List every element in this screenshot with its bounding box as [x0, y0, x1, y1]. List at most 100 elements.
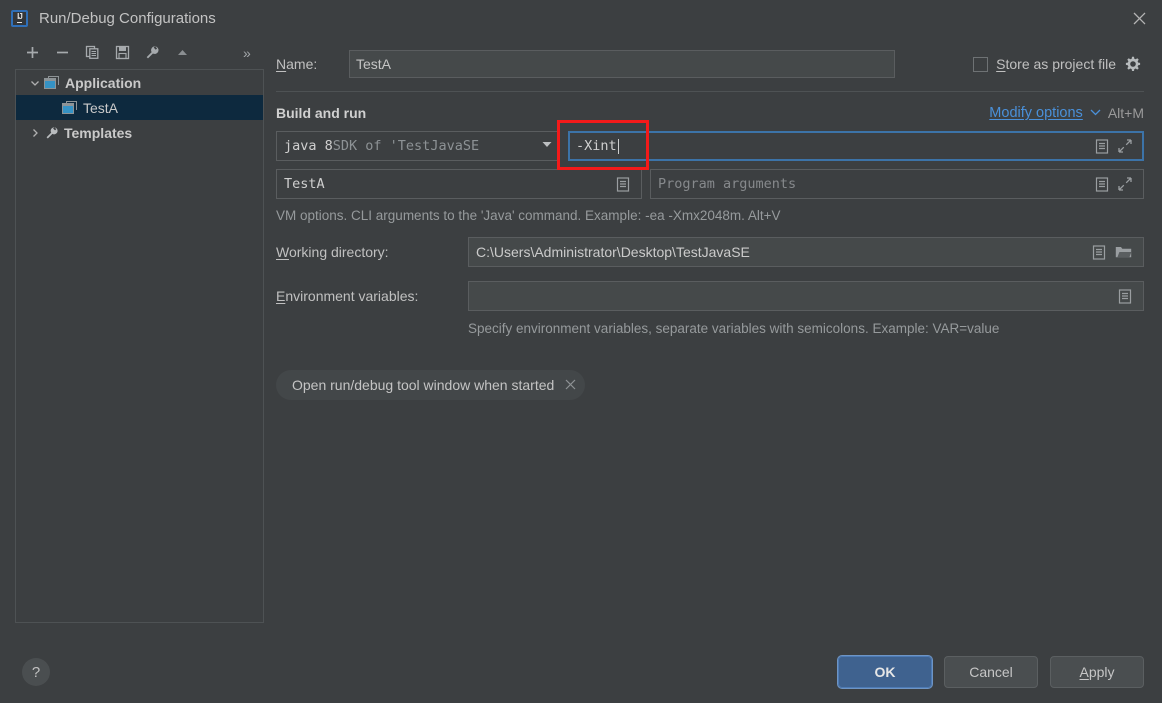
tree-node-label: Application	[65, 74, 142, 91]
jre-vmoptions-row: java 8 SDK of 'TestJavaSE -Xint	[276, 120, 1144, 170]
move-up-icon[interactable]	[168, 40, 196, 66]
main-class-input[interactable]: TestA	[276, 169, 642, 199]
apply-button[interactable]: Apply	[1050, 656, 1144, 688]
section-divider	[276, 91, 1144, 92]
program-arguments-input[interactable]: Program arguments	[650, 169, 1144, 199]
name-row: Name: TestA Store as project file	[276, 36, 1144, 81]
environment-variables-hint: Specify environment variables, separate …	[468, 321, 1000, 336]
copy-icon[interactable]	[78, 40, 106, 66]
store-as-project-file-checkbox[interactable]	[973, 56, 989, 72]
apply-label-mnemonic: A	[1079, 664, 1089, 680]
working-directory-label-rest: orking directory:	[288, 244, 389, 260]
text-caret	[617, 138, 619, 154]
build-and-run-header: Build and run Modify options Alt+M	[276, 95, 1144, 131]
name-label-mnemonic: N	[276, 56, 287, 72]
vm-options-input[interactable]: -Xint	[568, 131, 1144, 161]
configurations-tree[interactable]: Application TestA Templates	[15, 69, 264, 623]
edit-templates-icon[interactable]	[138, 40, 166, 66]
chevron-down-icon[interactable]	[1090, 107, 1101, 119]
mainclass-programargs-row: TestA Program arguments	[276, 169, 1144, 199]
collapse-arrow-icon[interactable]	[26, 128, 44, 138]
store-as-project-file-group: Store as project file	[973, 55, 1144, 73]
vm-options-field-icons	[1095, 138, 1136, 154]
modify-options-link[interactable]: Modify options	[989, 105, 1083, 121]
save-icon[interactable]	[108, 40, 136, 66]
tree-node-label: Templates	[64, 124, 133, 141]
environment-variables-row: Environment variables:	[276, 281, 1144, 311]
tree-node-application[interactable]: Application	[16, 70, 263, 95]
ok-button[interactable]: OK	[837, 655, 933, 689]
toolbar-overflow-button[interactable]: »	[243, 45, 251, 61]
name-label: Name:	[276, 56, 349, 72]
dialog-content: » Application TestA Templates Name: Test…	[0, 36, 1162, 645]
close-icon[interactable]	[565, 377, 576, 393]
modify-options-group: Modify options Alt+M	[989, 105, 1144, 121]
add-icon[interactable]	[18, 40, 46, 66]
store-as-project-file-label[interactable]: Store as project file	[996, 56, 1116, 72]
environment-variables-label: Environment variables:	[276, 288, 468, 304]
run-debug-configurations-dialog: IJ Run/Debug Configurations » Applicatio…	[0, 0, 1162, 703]
modify-options-shortcut: Alt+M	[1107, 105, 1144, 121]
folder-icon[interactable]	[1115, 245, 1132, 259]
dialog-action-buttons: OK Cancel Apply	[837, 655, 1144, 689]
tree-node-label: TestA	[83, 99, 119, 116]
environment-variables-label-mnemonic: E	[276, 288, 286, 304]
expand-icon[interactable]	[1118, 139, 1132, 153]
dialog-footer: ? OK Cancel Apply	[0, 645, 1162, 703]
dialog-title: Run/Debug Configurations	[39, 9, 216, 27]
vm-options-value: -Xint	[576, 138, 617, 154]
dialog-titlebar: IJ Run/Debug Configurations	[0, 0, 1162, 36]
tree-node-templates[interactable]: Templates	[16, 120, 263, 145]
working-directory-row: Working directory: C:\Users\Administrato…	[276, 237, 1144, 267]
expand-icon[interactable]	[1118, 177, 1132, 191]
macro-list-icon[interactable]	[1118, 288, 1132, 304]
apply-label-rest: pply	[1088, 664, 1115, 680]
application-icon	[44, 76, 59, 89]
name-input[interactable]: TestA	[349, 50, 895, 78]
vm-options-wrapper: -Xint	[557, 120, 1144, 170]
gear-icon[interactable]	[1124, 55, 1142, 73]
remove-icon[interactable]	[48, 40, 76, 66]
jre-combo-strong: java 8	[284, 138, 333, 154]
macro-list-icon[interactable]	[1095, 176, 1109, 192]
dropdown-arrow-icon[interactable]	[542, 141, 552, 151]
help-button[interactable]: ?	[22, 658, 50, 686]
open-tool-window-chip-label: Open run/debug tool window when started	[292, 377, 555, 393]
working-directory-label: Working directory:	[276, 244, 468, 260]
open-tool-window-chip[interactable]: Open run/debug tool window when started	[276, 370, 586, 400]
tree-node-testa[interactable]: TestA	[16, 95, 263, 120]
working-directory-input[interactable]: C:\Users\Administrator\Desktop\TestJavaS…	[468, 237, 1144, 267]
macro-list-icon[interactable]	[1095, 138, 1109, 154]
name-input-value: TestA	[356, 56, 392, 72]
environment-variables-field-icons	[1118, 288, 1136, 304]
store-label-rest: tore as project file	[1005, 56, 1117, 72]
program-arguments-placeholder: Program arguments	[658, 176, 797, 192]
program-arguments-field-icons	[1095, 176, 1136, 192]
store-label-mnemonic: S	[996, 56, 1006, 72]
working-directory-value: C:\Users\Administrator\Desktop\TestJavaS…	[476, 244, 750, 260]
cancel-button[interactable]: Cancel	[944, 656, 1038, 688]
environment-variables-input[interactable]	[468, 281, 1144, 311]
vm-options-hint: VM options. CLI arguments to the 'Java' …	[276, 208, 781, 223]
expand-arrow-icon[interactable]	[26, 78, 44, 88]
jre-combo[interactable]: java 8 SDK of 'TestJavaSE	[276, 131, 560, 161]
configuration-editor-panel: Name: TestA Store as project file Build …	[264, 36, 1162, 645]
main-class-field-icons	[616, 176, 634, 192]
intellij-idea-logo-icon: IJ	[11, 9, 28, 27]
build-and-run-title: Build and run	[276, 105, 367, 121]
application-icon	[62, 101, 77, 114]
working-directory-field-icons	[1092, 244, 1136, 260]
jre-combo-dim: SDK of 'TestJavaSE	[332, 138, 480, 154]
close-icon[interactable]	[1116, 0, 1162, 36]
tree-toolbar: »	[0, 36, 264, 69]
working-directory-label-mnemonic: W	[276, 244, 289, 260]
wrench-icon	[44, 126, 59, 140]
modify-options-mnemonic: M	[989, 105, 1002, 121]
name-label-rest: ame:	[286, 56, 318, 72]
main-class-value: TestA	[284, 176, 325, 192]
macro-list-icon[interactable]	[616, 176, 630, 192]
modify-options-rest: odify options	[1001, 105, 1083, 121]
environment-variables-label-rest: nvironment variables:	[285, 288, 419, 304]
macro-list-icon[interactable]	[1092, 244, 1106, 260]
configurations-panel: » Application TestA Templates	[0, 36, 264, 645]
